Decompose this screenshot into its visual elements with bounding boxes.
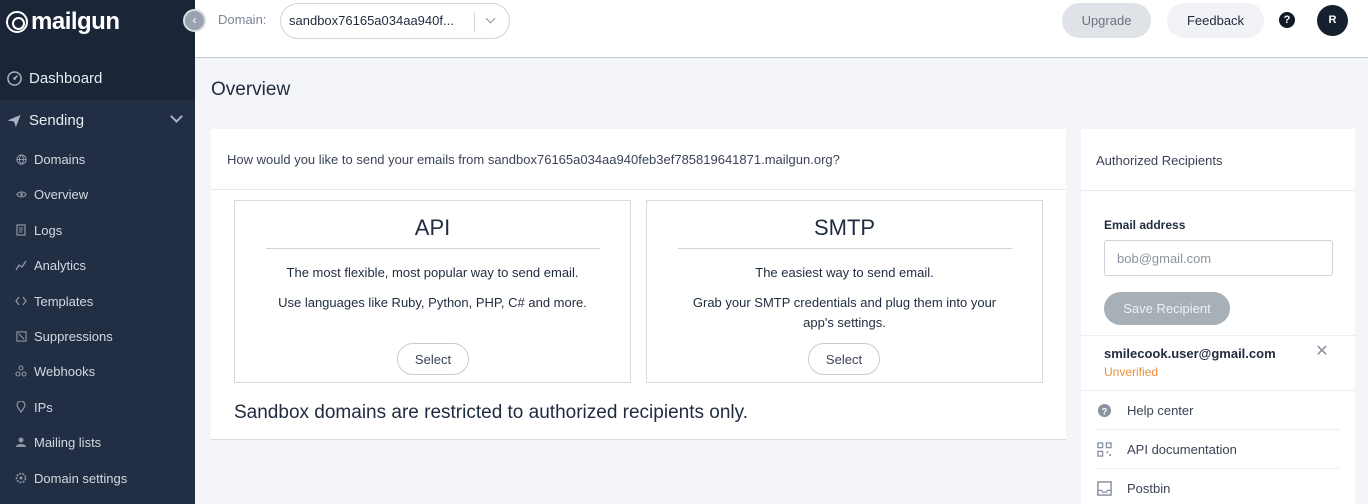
settings-icon [15, 472, 27, 484]
upgrade-button[interactable]: Upgrade [1062, 3, 1151, 38]
chevron-left-icon: ‹ [192, 13, 197, 27]
sidebar-item-suppressions[interactable]: Suppressions [0, 321, 195, 351]
divider [211, 189, 1066, 190]
smtp-option: SMTP The easiest way to send email. Grab… [646, 200, 1043, 383]
sidebar: mailgun Dashboard Sending Domains Overvi… [0, 0, 195, 504]
email-field[interactable] [1104, 240, 1333, 276]
link-label: API documentation [1127, 441, 1237, 457]
mailgun-logo-icon [6, 11, 28, 33]
sidebar-item-dashboard[interactable]: Dashboard [0, 58, 195, 98]
page-title: Overview [211, 79, 291, 100]
code-icon [15, 295, 27, 307]
smtp-option-title: SMTP [813, 215, 876, 240]
globe-icon [15, 153, 27, 165]
dashboard-icon [6, 70, 22, 86]
api-option-line2: Use languages like Ruby, Python, PHP, C#… [278, 295, 587, 310]
domain-label: Domain: [218, 12, 267, 27]
sidebar-item-analytics[interactable]: Analytics [0, 250, 195, 280]
sidebar-item-label: Templates [34, 293, 94, 309]
link-label: Postbin [1127, 481, 1171, 496]
domain-select[interactable]: sandbox76165a034aa940f... [280, 3, 510, 39]
sidebar-item-label: Mailing lists [34, 434, 102, 450]
divider [1081, 335, 1355, 336]
paper-plane-icon [6, 112, 22, 128]
sidebar-item-label: Suppressions [34, 328, 113, 344]
eye-icon [15, 188, 27, 200]
chevron-down-icon [170, 110, 183, 123]
link-label: Help center [1127, 402, 1194, 418]
avatar[interactable]: R [1317, 5, 1348, 36]
sidebar-item-domain-settings[interactable]: Domain settings [0, 463, 195, 493]
svg-text:?: ? [1101, 406, 1107, 416]
sidebar-item-label: Overview [34, 186, 89, 202]
sidebar-item-label: Analytics [34, 257, 87, 273]
smtp-option-line1: The easiest way to send email. [755, 265, 934, 280]
sidebar-item-sending[interactable]: Sending [0, 100, 195, 140]
sidebar-item-label: Webhooks [34, 363, 96, 379]
sidebar-item-label: Domains [34, 151, 86, 167]
api-documentation-link[interactable]: API documentation [1096, 430, 1340, 469]
smtp-option-line2: Grab your SMTP credentials and plug them… [692, 295, 997, 330]
divider [265, 248, 600, 249]
authorized-recipients-panel: Authorized Recipients Email address Save… [1081, 129, 1355, 504]
remove-recipient-close-icon[interactable]: ✕ [1315, 344, 1329, 360]
chart-icon [15, 259, 27, 271]
mailgun-logo[interactable]: mailgun [6, 7, 120, 37]
brand-name: mailgun [31, 8, 120, 35]
help-icon[interactable]: ? [1279, 12, 1295, 28]
sidebar-item-domains[interactable]: Domains [0, 144, 195, 174]
sidebar-item-ips[interactable]: IPs [0, 392, 195, 422]
sidebar-item-mailing-lists[interactable]: Mailing lists [0, 427, 195, 457]
postbin-link[interactable]: Postbin [1096, 469, 1340, 504]
api-select-button[interactable]: Select [397, 343, 469, 375]
sidebar-item-overview[interactable]: Overview [0, 179, 195, 209]
sidebar-item-webhooks[interactable]: Webhooks [0, 356, 195, 386]
sidebar-item-label: Logs [34, 222, 63, 238]
webhook-icon [15, 365, 27, 377]
send-method-card: How would you like to send your emails f… [211, 129, 1066, 440]
sidebar-item-logs[interactable]: Logs [0, 215, 195, 245]
sidebar-item-label: Domain settings [34, 470, 128, 486]
inbox-icon [1096, 481, 1112, 497]
panel-title: Authorized Recipients [1096, 153, 1223, 168]
sidebar-item-templates[interactable]: Templates [0, 286, 195, 316]
sidebar-item-label: Dashboard [29, 69, 103, 87]
help-circle-icon: ? [1096, 402, 1112, 418]
document-icon [15, 224, 27, 236]
feedback-button[interactable]: Feedback [1167, 3, 1264, 38]
divider [677, 248, 1012, 249]
collapse-sidebar-button[interactable]: ‹ [183, 9, 206, 32]
api-option-line1: The most flexible, most popular way to s… [286, 265, 579, 280]
sidebar-item-label: IPs [34, 399, 53, 415]
pin-icon [15, 401, 27, 413]
block-icon [15, 330, 27, 342]
recipient-email: smilecook.user@gmail.com [1104, 346, 1276, 361]
smtp-select-button[interactable]: Select [808, 343, 880, 375]
send-method-question: How would you like to send your emails f… [227, 152, 840, 167]
save-recipient-button[interactable]: Save Recipient [1104, 292, 1230, 325]
divider [1081, 190, 1355, 191]
api-option: API The most flexible, most popular way … [234, 200, 631, 383]
select-divider [474, 12, 475, 32]
sandbox-restriction-note: Sandbox domains are restricted to author… [234, 402, 748, 423]
chevron-down-icon [485, 13, 496, 24]
top-bar: Domain: sandbox76165a034aa940f... Upgrad… [195, 0, 1368, 58]
domain-select-value: sandbox76165a034aa940f... [289, 13, 454, 28]
recipient-status-badge: Unverified [1104, 365, 1159, 379]
sidebar-item-label: Sending [29, 111, 85, 129]
api-option-title: API [414, 215, 451, 240]
api-grid-icon [1096, 441, 1112, 457]
help-center-link[interactable]: ? Help center [1096, 391, 1340, 430]
email-field-label: Email address [1104, 218, 1186, 232]
people-icon [15, 436, 27, 448]
